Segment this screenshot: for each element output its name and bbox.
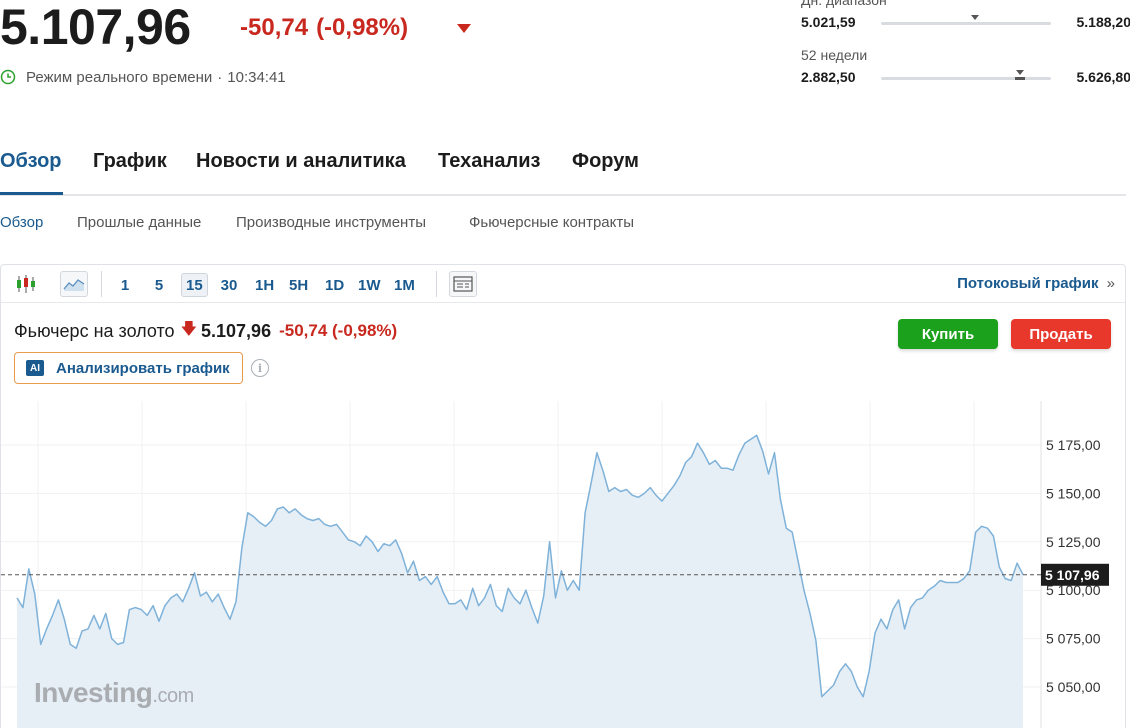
- y-tick-label: 5 075,00: [1046, 631, 1101, 647]
- day-range-low: 5.021,59: [801, 14, 856, 30]
- week52-range: 52 недели 2.882,50 5.626,80: [801, 47, 1130, 85]
- subtab-historical-data[interactable]: Прошлые данные: [77, 214, 201, 231]
- subtab-futures[interactable]: Фьючерсные контракты: [469, 214, 634, 231]
- day-range-bar: [881, 15, 1051, 25]
- chart-widget: 1 5 15 30 1H 5H 1D 1W 1M Потоковый графи…: [0, 264, 1126, 728]
- day-range-title: Дн. диапазон: [801, 0, 887, 8]
- logo-domain: .com: [152, 685, 194, 707]
- y-tick-label: 5 150,00: [1046, 485, 1101, 501]
- realtime-status: Режим реального времени · 10:34:41: [0, 68, 286, 86]
- quote-time: 10:34:41: [227, 68, 286, 86]
- timeframe-1h[interactable]: 1H: [251, 273, 278, 297]
- week52-range-fill: [1015, 77, 1026, 80]
- timeframe-15[interactable]: 15: [181, 273, 208, 297]
- analyze-chart-button[interactable]: AI Анализировать график: [14, 352, 243, 384]
- timeframe-5h[interactable]: 5H: [285, 273, 312, 297]
- chart-toolbar: 1 5 15 30 1H 5H 1D 1W 1M Потоковый графи…: [1, 265, 1125, 303]
- week52-range-marker-icon: [1016, 70, 1025, 75]
- subtab-derivatives[interactable]: Производные инструменты: [236, 214, 426, 231]
- clock-icon: [0, 69, 16, 85]
- area-chart-icon[interactable]: [60, 271, 88, 297]
- info-icon[interactable]: i: [251, 359, 269, 377]
- week52-range-bar: [881, 70, 1051, 80]
- timeframe-30[interactable]: 30: [216, 273, 242, 297]
- investing-logo: Investing.com: [34, 677, 194, 709]
- streaming-chart-link[interactable]: Потоковый график »: [957, 275, 1115, 292]
- tab-forum[interactable]: Форум: [572, 150, 639, 173]
- week52-range-row: 2.882,50 5.626,80: [801, 69, 1130, 87]
- toolbar-divider: [436, 271, 437, 297]
- change-percent: (-0,98%): [316, 14, 409, 41]
- day-range-row: 5.021,59 5.188,20: [801, 14, 1130, 32]
- tab-overview[interactable]: Обзор: [0, 150, 62, 173]
- day-range-marker-icon: [970, 15, 979, 20]
- realtime-label: Режим реального времени: [26, 68, 213, 86]
- day-range: Дн. диапазон 5.021,59 5.188,20: [801, 0, 1130, 30]
- active-tab-indicator: [0, 192, 63, 195]
- ai-icon: AI: [26, 360, 44, 376]
- timeframe-5[interactable]: 5: [146, 273, 172, 297]
- timeframe-1d[interactable]: 1D: [321, 273, 348, 297]
- timeframe-1m[interactable]: 1M: [390, 273, 419, 297]
- tab-technical[interactable]: Теханализ: [438, 150, 540, 173]
- instrument-change: -50,74 (-0,98%): [279, 321, 398, 340]
- timeframe-1[interactable]: 1: [112, 273, 138, 297]
- timeframe-1w[interactable]: 1W: [354, 273, 385, 297]
- candlestick-icon[interactable]: [12, 271, 40, 297]
- tab-chart[interactable]: График: [93, 150, 167, 173]
- current-price-label: 5 107,96: [1045, 567, 1100, 583]
- y-tick-label: 5 175,00: [1046, 437, 1101, 453]
- separator: ·: [217, 68, 223, 86]
- sell-button[interactable]: Продать: [1011, 319, 1111, 349]
- week52-range-low: 2.882,50: [801, 69, 856, 85]
- instrument-last-price: 5.107,96: [201, 320, 272, 341]
- instrument-header: Фьючерс на золото 🡇 5.107,96 -50,74 (-0,…: [14, 319, 397, 343]
- week52-range-title: 52 недели: [801, 47, 868, 63]
- analyze-chart-label: Анализировать график: [56, 359, 230, 377]
- instrument-name: Фьючерс на золото: [14, 320, 175, 341]
- buy-button[interactable]: Купить: [898, 319, 998, 349]
- streaming-chart-label: Потоковый график: [957, 275, 1099, 292]
- toolbar-divider: [101, 271, 102, 297]
- down-triangle-icon: [457, 24, 471, 33]
- logo-brand: Investing: [34, 677, 153, 708]
- layout-icon[interactable]: [449, 271, 477, 297]
- price-change: -50,74 (-0,98%): [240, 14, 408, 42]
- main-tabs: Обзор График Новости и аналитика Теханал…: [0, 140, 1126, 196]
- down-arrow-icon: 🡇: [180, 320, 198, 338]
- week52-range-high: 5.626,80: [1076, 69, 1130, 85]
- double-chevron-right-icon: »: [1106, 275, 1115, 292]
- y-tick-label: 5 125,00: [1046, 534, 1101, 550]
- day-range-high: 5.188,20: [1076, 14, 1130, 30]
- change-value: -50,74: [240, 14, 309, 41]
- y-tick-label: 5 050,00: [1046, 679, 1101, 695]
- subtab-overview[interactable]: Обзор: [0, 214, 43, 231]
- tab-news-analysis[interactable]: Новости и аналитика: [196, 150, 406, 173]
- last-price: 5.107,96: [0, 0, 191, 55]
